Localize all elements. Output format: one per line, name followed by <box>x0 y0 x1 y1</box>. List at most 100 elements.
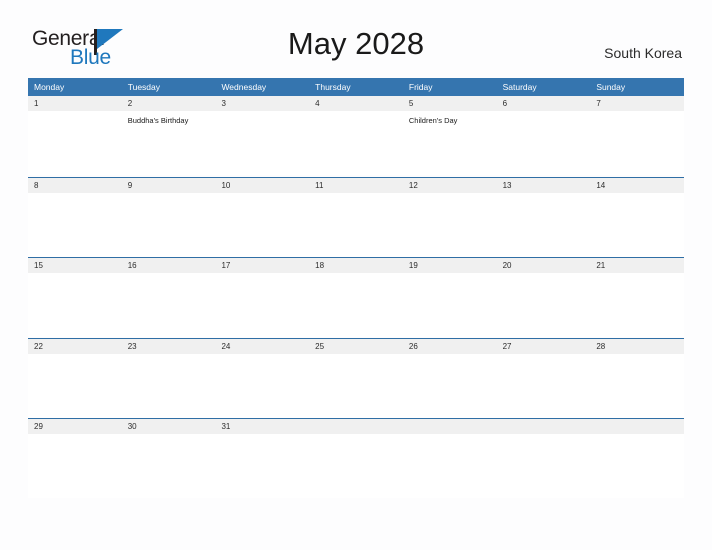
day-number-empty <box>403 419 497 434</box>
week-event-row <box>28 353 684 418</box>
calendar-week-row: 15 16 17 18 19 20 21 <box>28 257 684 338</box>
week-date-band: 1234567 <box>28 96 684 111</box>
week-date-band: 15 16 17 18 19 20 21 <box>28 258 684 273</box>
day-number-6[interactable]: 6 <box>497 96 591 111</box>
calendar-weeks: 1 2 3 4 5 6 7 Buddha's Birthday Children's Day 8 9… <box>28 96 684 499</box>
day-number-13[interactable]: 13 <box>497 178 591 193</box>
week-date-band: 22 23 24 25 26 27 28 <box>28 338 684 354</box>
day-number-14[interactable]: 14 <box>590 178 684 193</box>
week-event-row <box>28 273 684 337</box>
weekday-header-wednesday: Wednesday <box>221 82 267 92</box>
day-cell-19[interactable] <box>403 273 497 337</box>
day-number-7[interactable]: 7 <box>590 96 684 111</box>
day-cell-7[interactable] <box>590 111 684 175</box>
day-number-29[interactable]: 29 <box>28 419 122 434</box>
day-cell-14[interactable] <box>590 193 684 257</box>
day-number-5[interactable]: 5 <box>403 96 497 111</box>
day-cell-8[interactable] <box>28 193 122 257</box>
day-number-25[interactable]: 25 <box>309 339 403 354</box>
day-cell-20[interactable] <box>497 273 591 337</box>
calendar-page: General Blue May 2028 South Korea Monday… <box>0 0 712 550</box>
day-cell-31[interactable] <box>215 434 309 498</box>
day-number-2[interactable]: 2 <box>122 96 216 111</box>
day-event: Buddha's Birthday <box>127 116 189 125</box>
country-label: South Korea <box>604 45 682 61</box>
weekday-header-sunday: Sunday <box>596 82 626 92</box>
day-number-28[interactable]: 28 <box>590 339 684 354</box>
day-cell-29[interactable] <box>28 434 122 498</box>
day-cell-11[interactable] <box>309 193 403 257</box>
day-number-30[interactable]: 30 <box>122 419 216 434</box>
week-date-band: 29 30 31 <box>28 419 684 434</box>
day-cell-18[interactable] <box>309 273 403 337</box>
calendar-grid: Monday Tuesday Wednesday Thursday Friday Satu… <box>28 78 684 499</box>
day-cell-12[interactable] <box>403 193 497 257</box>
day-cell-16[interactable] <box>122 273 216 337</box>
day-cell-3[interactable] <box>215 111 309 175</box>
page-header: General Blue May 2028 South Korea <box>0 0 712 78</box>
day-number-23[interactable]: 23 <box>122 339 216 354</box>
weekday-header-monday: Monday <box>34 82 65 92</box>
day-number-4[interactable]: 4 <box>309 96 403 111</box>
day-cell-30[interactable] <box>122 434 216 498</box>
day-cell-24[interactable] <box>215 354 309 418</box>
day-number-1[interactable]: 1 <box>28 96 122 111</box>
weekday-header-saturday: Saturday <box>502 82 537 92</box>
weekday-header-row: Monday Tuesday Wednesday Thursday Friday Satu… <box>28 78 684 96</box>
week-event-row: Buddha's Birthday Children's Day <box>28 111 684 175</box>
day-cell-empty <box>309 434 403 498</box>
day-event: Children's Day <box>408 116 458 125</box>
weekday-header-tuesday: Tuesday <box>127 82 161 92</box>
day-cell-21[interactable] <box>590 273 684 337</box>
day-number-8[interactable]: 8 <box>28 178 122 193</box>
week-event-row <box>28 192 684 257</box>
day-number-17[interactable]: 17 <box>215 258 309 273</box>
day-cell-13[interactable] <box>497 193 591 257</box>
weekday-header-thursday: Thursday <box>315 82 351 92</box>
day-number-27[interactable]: 27 <box>497 339 591 354</box>
calendar-week-row: 8 9 10 11 12 13 14 <box>28 176 684 258</box>
day-number-15[interactable]: 15 <box>28 258 122 273</box>
calendar-week-row: 29 30 31 <box>28 418 684 499</box>
day-cell-1[interactable] <box>28 111 122 175</box>
day-cell-27[interactable] <box>497 354 591 418</box>
day-cell-empty <box>403 434 497 498</box>
calendar-week-row: 22 23 24 25 26 27 28 <box>28 337 684 419</box>
day-number-10[interactable]: 10 <box>215 178 309 193</box>
day-number-24[interactable]: 24 <box>215 339 309 354</box>
day-number-3[interactable]: 3 <box>215 96 309 111</box>
day-cell-22[interactable] <box>28 354 122 418</box>
day-cell-4[interactable] <box>309 111 403 175</box>
day-number-empty <box>590 419 684 434</box>
day-cell-25[interactable] <box>309 354 403 418</box>
day-cell-9[interactable] <box>122 193 216 257</box>
day-number-31[interactable]: 31 <box>215 419 309 434</box>
day-cell-28[interactable] <box>590 354 684 418</box>
day-number-26[interactable]: 26 <box>403 339 497 354</box>
day-cell-5[interactable]: Children's Day <box>403 111 497 175</box>
day-cell-10[interactable] <box>215 193 309 257</box>
day-cell-empty <box>590 434 684 498</box>
day-cell-23[interactable] <box>122 354 216 418</box>
day-number-11[interactable]: 11 <box>309 178 403 193</box>
day-cell-26[interactable] <box>403 354 497 418</box>
day-number-22[interactable]: 22 <box>28 339 122 354</box>
calendar-week-row: 1 2 3 4 5 6 7 Buddha's Birthday Children's Day <box>28 96 684 177</box>
day-number-12[interactable]: 12 <box>403 178 497 193</box>
day-number-9[interactable]: 9 <box>122 178 216 193</box>
day-cell-empty <box>497 434 591 498</box>
day-number-empty <box>497 419 591 434</box>
weekday-header-friday: Friday <box>408 82 433 92</box>
week-event-row <box>28 434 684 498</box>
day-number-18[interactable]: 18 <box>309 258 403 273</box>
day-number-16[interactable]: 16 <box>122 258 216 273</box>
day-cell-2[interactable]: Buddha's Birthday <box>122 111 216 175</box>
day-number-21[interactable]: 21 <box>590 258 684 273</box>
day-cell-15[interactable] <box>28 273 122 337</box>
day-number-20[interactable]: 20 <box>497 258 591 273</box>
day-number-19[interactable]: 19 <box>403 258 497 273</box>
week-date-band: 8 9 10 11 12 13 14 <box>28 177 684 193</box>
day-cell-17[interactable] <box>215 273 309 337</box>
day-cell-6[interactable] <box>497 111 591 175</box>
day-number-empty <box>309 419 403 434</box>
